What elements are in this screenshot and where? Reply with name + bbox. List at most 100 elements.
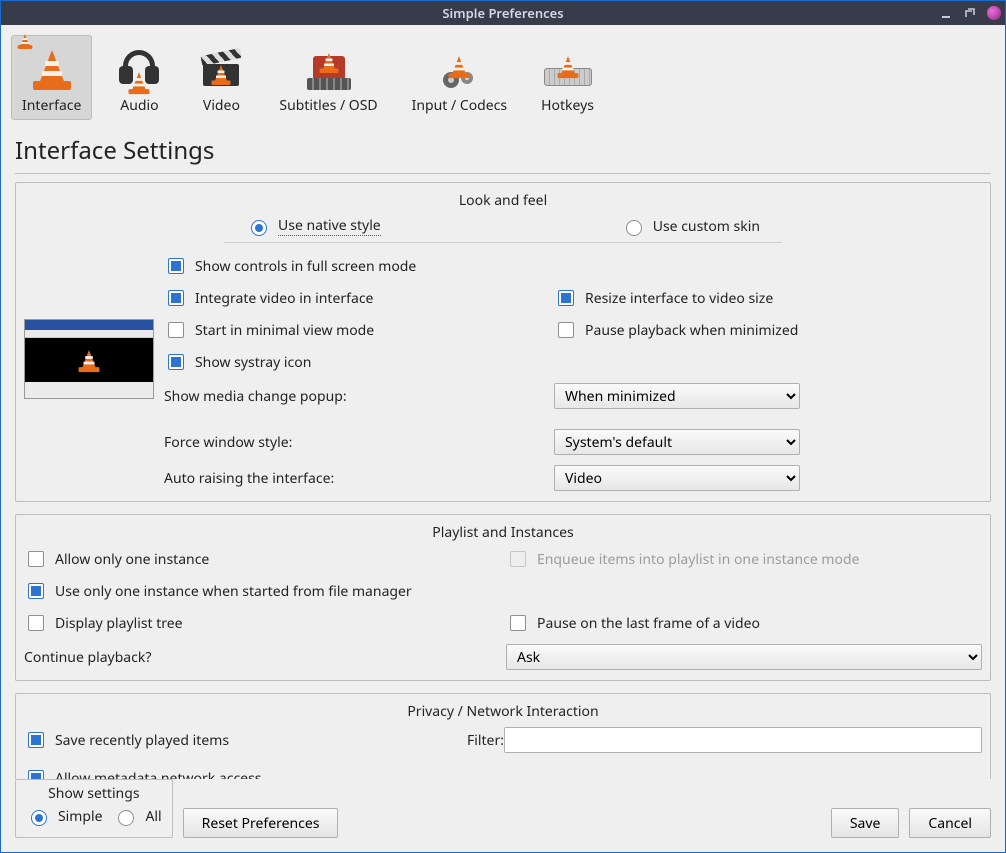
radio-label: All: [145, 807, 161, 826]
checkbox-label: Start in minimal view mode: [195, 321, 374, 340]
interface-preview-thumbnail: [24, 319, 154, 399]
label-continue-playback: Continue playback?: [24, 648, 496, 667]
group-title: Look and feel: [24, 189, 982, 216]
checkbox-label: Pause playback when minimized: [585, 321, 798, 340]
radio-label: Simple: [58, 807, 103, 826]
cancel-button[interactable]: Cancel: [909, 808, 991, 838]
radio-custom-skin[interactable]: Use custom skin: [621, 216, 760, 236]
gears-icon: [435, 42, 483, 90]
checkbox-save-recent[interactable]: Save recently played items: [24, 729, 444, 751]
category-hotkeys[interactable]: Hotkeys: [530, 35, 605, 120]
checkbox-label: Pause on the last frame of a video: [537, 614, 760, 633]
checkbox-label: Save recently played items: [55, 731, 229, 750]
divider: [224, 242, 782, 243]
select-continue-playback[interactable]: Ask: [506, 644, 982, 670]
checkbox-systray-icon[interactable]: Show systray icon: [164, 351, 814, 373]
select-auto-raise[interactable]: Video: [554, 465, 800, 491]
clapperboard-icon: [197, 42, 245, 90]
show-settings-label: Show settings: [26, 784, 162, 803]
page-title: Interface Settings: [15, 134, 991, 167]
group-look-and-feel: Look and feel Use native style Use custo…: [15, 182, 991, 502]
group-privacy-network: Privacy / Network Interaction Save recen…: [15, 693, 991, 779]
checkbox-input[interactable]: [168, 354, 184, 370]
label-auto-raise: Auto raising the interface:: [164, 469, 554, 488]
category-input-codecs[interactable]: Input / Codecs: [401, 35, 518, 120]
category-label: Hotkeys: [541, 96, 594, 115]
radio-all-settings[interactable]: All: [113, 807, 161, 826]
radio-label: Use native style: [278, 216, 381, 236]
checkbox-label: Resize interface to video size: [585, 289, 773, 308]
checkbox-pause-minimized[interactable]: Pause playback when minimized: [554, 319, 814, 341]
radio-input[interactable]: [118, 810, 134, 826]
maximize-button[interactable]: [963, 6, 977, 20]
preferences-window: Simple Preferences Interface: [0, 0, 1006, 853]
category-subtitles[interactable]: Subtitles / OSD: [268, 35, 388, 120]
category-audio[interactable]: Audio: [104, 35, 174, 120]
radio-native-style[interactable]: Use native style: [246, 216, 381, 236]
checkbox-input[interactable]: [168, 258, 184, 274]
checkbox-pause-last-frame[interactable]: Pause on the last frame of a video: [506, 612, 982, 634]
checkbox-enqueue-items: Enqueue items into playlist in one insta…: [506, 548, 982, 570]
select-media-change-popup[interactable]: When minimized: [554, 383, 800, 409]
checkbox-playlist-tree[interactable]: Display playlist tree: [24, 612, 506, 634]
checkbox-input[interactable]: [558, 322, 574, 338]
keyboard-icon: [544, 42, 592, 90]
category-label: Audio: [120, 96, 158, 115]
checkbox-input[interactable]: [28, 615, 44, 631]
label-window-style: Force window style:: [164, 433, 554, 452]
checkbox-fullscreen-controls[interactable]: Show controls in full screen mode: [164, 255, 814, 277]
checkbox-input[interactable]: [558, 290, 574, 306]
headphones-icon: [115, 42, 163, 90]
checkbox-one-instance-filemanager[interactable]: Use only one instance when started from …: [24, 580, 982, 602]
checkbox-label: Allow metadata network access: [55, 769, 262, 780]
checkbox-label: Integrate video in interface: [195, 289, 373, 308]
checkbox-label: Show systray icon: [195, 353, 311, 372]
group-title: Privacy / Network Interaction: [24, 700, 982, 727]
checkbox-input: [510, 551, 526, 567]
titlebar: Simple Preferences: [1, 1, 1005, 25]
app-icon: [5, 5, 21, 21]
checkbox-label: Enqueue items into playlist in one insta…: [537, 550, 859, 569]
checkbox-metadata-network[interactable]: Allow metadata network access: [24, 767, 982, 779]
checkbox-input[interactable]: [168, 290, 184, 306]
filmstrip-icon: [305, 42, 353, 90]
checkbox-label: Display playlist tree: [55, 614, 183, 633]
checkbox-label: Use only one instance when started from …: [55, 582, 412, 601]
group-playlist-instances: Playlist and Instances Allow only one in…: [15, 514, 991, 681]
checkbox-input[interactable]: [168, 322, 184, 338]
checkbox-input[interactable]: [28, 583, 44, 599]
radio-simple-settings[interactable]: Simple: [26, 807, 103, 826]
checkbox-one-instance[interactable]: Allow only one instance: [24, 548, 506, 570]
checkbox-input[interactable]: [28, 551, 44, 567]
reset-preferences-button[interactable]: Reset Preferences: [183, 808, 339, 838]
category-toolbar: Interface Audio Video: [1, 25, 1005, 120]
category-label: Input / Codecs: [412, 96, 507, 115]
radio-label: Use custom skin: [653, 217, 760, 236]
radio-input[interactable]: [626, 220, 642, 236]
checkbox-minimal-view[interactable]: Start in minimal view mode: [164, 319, 554, 341]
checkbox-integrate-video[interactable]: Integrate video in interface: [164, 287, 554, 309]
category-label: Video: [203, 96, 240, 115]
category-label: Subtitles / OSD: [279, 96, 377, 115]
label-media-change-popup: Show media change popup:: [164, 387, 554, 406]
checkbox-resize-interface[interactable]: Resize interface to video size: [554, 287, 814, 309]
checkbox-input[interactable]: [510, 615, 526, 631]
input-filter[interactable]: [504, 727, 982, 753]
checkbox-label: Show controls in full screen mode: [195, 257, 416, 276]
radio-input[interactable]: [251, 220, 267, 236]
minimize-button[interactable]: [939, 6, 953, 20]
window-title: Simple Preferences: [442, 4, 563, 22]
checkbox-label: Allow only one instance: [55, 550, 209, 569]
content-area: Look and feel Use native style Use custo…: [1, 182, 1005, 779]
checkbox-input[interactable]: [28, 770, 44, 779]
category-video[interactable]: Video: [186, 35, 256, 120]
radio-input[interactable]: [31, 810, 47, 826]
checkbox-input[interactable]: [28, 732, 44, 748]
select-window-style[interactable]: System's default: [554, 429, 800, 455]
category-label: Interface: [22, 96, 81, 115]
save-button[interactable]: Save: [831, 808, 900, 838]
close-button[interactable]: [987, 6, 1001, 20]
group-title: Playlist and Instances: [24, 521, 982, 548]
label-filter: Filter:: [444, 731, 504, 750]
show-settings-group: Show settings Simple All: [15, 779, 173, 838]
